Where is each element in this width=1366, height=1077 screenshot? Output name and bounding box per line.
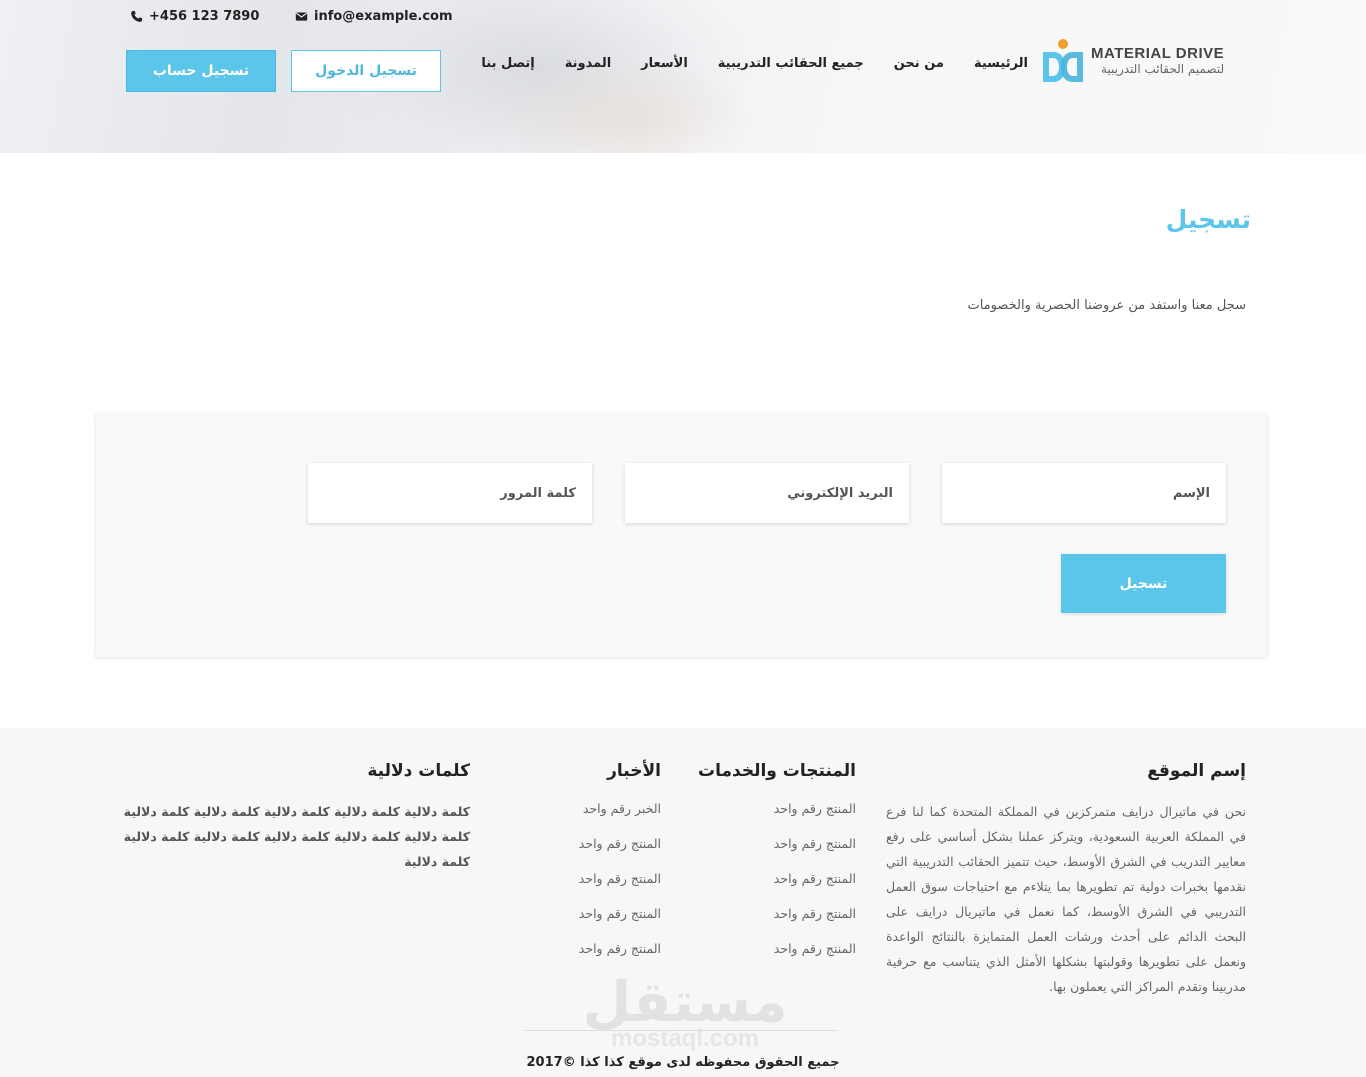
footer-news-column: الأخبار الخبر رقم واحد المنتج رقم واحد ا… [501,761,661,974]
list-item: المنتج رقم واحد [501,869,661,904]
nav-item-all-training-bags[interactable]: جميع الحقائب التدريبية [718,56,864,71]
email-field-box [625,463,909,523]
list-item: المنتج رقم واحد [696,834,856,869]
list-item: المنتج رقم واحد [696,799,856,834]
page-title: تسجيل [1165,205,1251,234]
watermark-arabic: مستقل [582,970,788,1035]
footer-product-link[interactable]: المنتج رقم واحد [774,871,856,886]
footer-news-link[interactable]: المنتج رقم واحد [579,871,661,886]
site-header: +456 123 7890 info@example.com تسجيل حسا… [0,0,1366,153]
footer-news-link[interactable]: المنتج رقم واحد [579,906,661,921]
footer-news-link[interactable]: الخبر رقم واحد [583,801,661,816]
list-item: المنتج رقم واحد [501,939,661,974]
footer-about-column: إسم الموقع نحن في ماتيرال درايف متمركزين… [886,761,1246,999]
register-account-button[interactable]: تسجيل حساب [126,50,276,92]
footer-product-link[interactable]: المنتج رقم واحد [774,801,856,816]
password-field-box [308,463,592,523]
list-item: الخبر رقم واحد [501,799,661,834]
list-item: المنتج رقم واحد [696,904,856,939]
footer-product-link[interactable]: المنتج رقم واحد [774,836,856,851]
name-field-box [942,463,1226,523]
name-input[interactable] [942,485,1210,501]
logo-subtitle: لتصميم الحقائب التدريبية [1100,62,1225,76]
list-item: المنتج رقم واحد [696,869,856,904]
list-item: المنتج رقم واحد [696,939,856,974]
envelope-icon [295,11,308,21]
footer-about-title: إسم الموقع [1147,761,1246,781]
footer-tags-column: كلمات دلالية كلمة دلالية كلمة دلالية كلم… [110,761,470,874]
topbar-phone[interactable]: +456 123 7890 [130,8,259,24]
footer-tags-text[interactable]: كلمة دلالية كلمة دلالية كلمة دلالية كلمة… [110,799,470,874]
logo-mark-icon [1041,38,1085,84]
nav-item-pricing[interactable]: الأسعار [641,56,688,71]
register-submit-button[interactable]: تسجيل [1061,554,1226,613]
footer-tags-title: كلمات دلالية [367,761,470,781]
phone-icon [131,10,143,22]
nav-item-blog[interactable]: المدونة [565,56,611,71]
password-input[interactable] [308,485,576,501]
footer-products-list: المنتج رقم واحد المنتج رقم واحد المنتج ر… [696,799,856,974]
email-input[interactable] [625,485,893,501]
footer-products-title: المنتجات والخدمات [698,761,856,781]
footer-news-link[interactable]: المنتج رقم واحد [579,941,661,956]
list-item: المنتج رقم واحد [501,904,661,939]
mostaql-watermark: مستقل mostaql.com [560,973,810,1068]
topbar-email-text: info@example.com [314,8,453,24]
footer-product-link[interactable]: المنتج رقم واحد [774,906,856,921]
nav-item-about[interactable]: من نحن [894,56,944,71]
list-item: المنتج رقم واحد [501,834,661,869]
footer-divider [525,1030,837,1031]
page-subtitle: سجل معنا واستفد من عروضنا الحصرية والخصو… [967,298,1246,313]
login-button[interactable]: تسجيل الدخول [291,50,441,92]
nav-item-home[interactable]: الرئيسية [974,56,1028,71]
footer-news-title: الأخبار [607,761,661,781]
registration-form: تسجيل [96,413,1267,657]
logo-title: MATERIAL DRIVE [1091,45,1225,62]
nav-item-contact[interactable]: إتصل بنا [481,56,534,71]
site-footer: إسم الموقع نحن في ماتيرال درايف متمركزين… [0,728,1366,1077]
footer-product-link[interactable]: المنتج رقم واحد [774,941,856,956]
footer-news-list: الخبر رقم واحد المنتج رقم واحد المنتج رق… [501,799,661,974]
footer-about-text: نحن في ماتيرال درايف متمركزين في المملكة… [886,804,1246,994]
site-logo[interactable]: MATERIAL DRIVE لتصميم الحقائب التدريبية [1041,38,1226,84]
footer-news-link[interactable]: المنتج رقم واحد [579,836,661,851]
topbar-phone-text: +456 123 7890 [149,8,260,24]
topbar-email[interactable]: info@example.com [295,8,453,24]
main-nav: الرئيسية من نحن جميع الحقائب التدريبية ا… [481,52,1028,74]
copyright-text: جميع الحقوق محفوظه لدى موقع كذا كذا ©201… [526,1055,840,1070]
footer-products-column: المنتجات والخدمات المنتج رقم واحد المنتج… [696,761,856,974]
